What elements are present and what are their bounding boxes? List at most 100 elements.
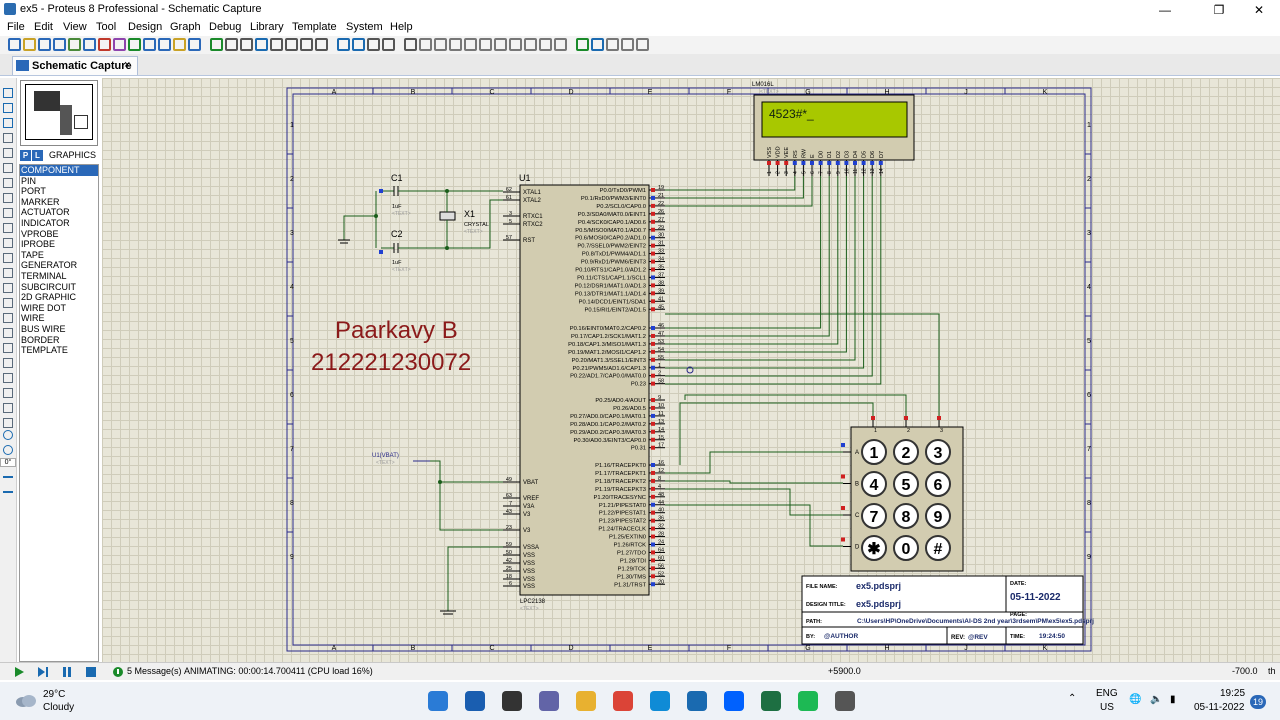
graph-icon[interactable] xyxy=(3,223,13,233)
mirror-y-icon[interactable] xyxy=(3,491,13,501)
pause-icon[interactable] xyxy=(60,666,74,678)
mirror-x-icon[interactable] xyxy=(3,476,13,486)
mode-item-terminal[interactable]: TERMINAL xyxy=(20,271,98,282)
circle-icon[interactable] xyxy=(3,343,13,353)
tab-close-icon[interactable]: × xyxy=(124,59,130,71)
virtual-instrument-icon[interactable] xyxy=(3,298,13,308)
help-icon[interactable] xyxy=(188,38,201,51)
schematic-icon[interactable] xyxy=(83,38,96,51)
mode-item-generator[interactable]: GENERATOR xyxy=(20,260,98,271)
step-icon[interactable] xyxy=(36,666,50,678)
clock-date[interactable]: 05-11-2022 xyxy=(1194,702,1244,713)
overview-window[interactable] xyxy=(20,80,98,146)
block-copy-icon[interactable] xyxy=(419,38,432,51)
bus-icon[interactable] xyxy=(3,163,13,173)
spotify-icon[interactable] xyxy=(798,691,818,711)
close-button[interactable]: ✕ xyxy=(1236,0,1280,20)
mode-item-vprobe[interactable]: VPROBE xyxy=(20,229,98,240)
library-button[interactable]: L xyxy=(32,150,43,161)
menu-debug[interactable]: Debug xyxy=(209,21,241,33)
grid-icon[interactable] xyxy=(225,38,238,51)
tab-schematic-capture[interactable]: Schematic Capture × xyxy=(12,56,138,75)
wire-autoroute-icon[interactable] xyxy=(539,38,552,51)
mode-item-2d-graphic[interactable]: 2D GRAPHIC xyxy=(20,292,98,303)
mode-item-component[interactable]: COMPONENT xyxy=(20,165,98,176)
gerber-icon[interactable] xyxy=(113,38,126,51)
box-icon[interactable] xyxy=(3,328,13,338)
block-rotate-icon[interactable] xyxy=(449,38,462,51)
zoom-area-icon[interactable] xyxy=(315,38,328,51)
search-icon[interactable] xyxy=(465,691,485,711)
property-icon[interactable] xyxy=(576,38,589,51)
undo-icon[interactable] xyxy=(337,38,350,51)
battery-icon[interactable]: ▮ xyxy=(1170,694,1176,705)
new-icon[interactable] xyxy=(8,38,21,51)
minimize-button[interactable]: — xyxy=(1142,0,1188,20)
generator-icon[interactable] xyxy=(3,253,13,263)
subcircuit-icon[interactable] xyxy=(3,178,13,188)
pick-icon[interactable] xyxy=(479,38,492,51)
rotate-ccw-icon[interactable] xyxy=(3,445,13,455)
rotation-field[interactable]: 0° xyxy=(0,458,16,467)
mode-item-marker[interactable]: MARKER xyxy=(20,197,98,208)
menu-edit[interactable]: Edit xyxy=(34,21,53,33)
selection-icon[interactable] xyxy=(3,88,13,98)
mode-item-wire-dot[interactable]: WIRE DOT xyxy=(20,303,98,314)
weather-temp[interactable]: 29°C xyxy=(43,689,65,700)
make-device-icon[interactable] xyxy=(494,38,507,51)
menu-graph[interactable]: Graph xyxy=(170,21,201,33)
arc-icon[interactable] xyxy=(3,358,13,368)
junction-icon[interactable] xyxy=(3,118,13,128)
mode-item-iprobe[interactable]: IPROBE xyxy=(20,239,98,250)
save-all-icon[interactable] xyxy=(53,38,66,51)
voltage-probe-icon[interactable] xyxy=(3,268,13,278)
origin-icon[interactable] xyxy=(240,38,253,51)
schematic-canvas[interactable]: A A B B C C D D E E F F G G H H J J K K 1 1 2 2 3 3 4 4 5 5 6 6 7 7 8 8 9 9 LM… xyxy=(102,78,1280,662)
notification-badge[interactable]: 19 xyxy=(1250,695,1266,709)
pcb-icon[interactable] xyxy=(98,38,111,51)
zoom-in-icon[interactable] xyxy=(270,38,283,51)
play-icon[interactable] xyxy=(12,666,26,678)
file-explorer-icon[interactable] xyxy=(576,691,596,711)
pick-devices-button[interactable]: P xyxy=(20,150,31,161)
chat-icon[interactable] xyxy=(539,691,559,711)
mode-item-bus-wire[interactable]: BUS WIRE xyxy=(20,324,98,335)
pin-icon[interactable] xyxy=(3,208,13,218)
symbol-icon[interactable] xyxy=(3,403,13,413)
mode-item-subcircuit[interactable]: SUBCIRCUIT xyxy=(20,282,98,293)
current-probe-icon[interactable] xyxy=(3,283,13,293)
paste-icon[interactable] xyxy=(404,38,417,51)
cut-icon[interactable] xyxy=(367,38,380,51)
rotate-cw-icon[interactable] xyxy=(3,430,13,440)
mode-item-template[interactable]: TEMPLATE xyxy=(20,345,98,356)
chrome-icon[interactable] xyxy=(613,691,633,711)
dropbox-icon[interactable] xyxy=(724,691,744,711)
zoom-all-icon[interactable] xyxy=(300,38,313,51)
bom-icon[interactable] xyxy=(143,38,156,51)
text-icon[interactable] xyxy=(3,388,13,398)
task-view-icon[interactable] xyxy=(502,691,522,711)
text-script-icon[interactable] xyxy=(3,148,13,158)
network-icon[interactable]: 🌐 xyxy=(1129,694,1141,705)
volume-icon[interactable]: 🔈 xyxy=(1150,694,1162,705)
netlist-icon[interactable] xyxy=(636,38,649,51)
redo-icon[interactable] xyxy=(352,38,365,51)
marker-icon[interactable] xyxy=(3,418,13,428)
mode-item-border[interactable]: BORDER xyxy=(20,335,98,346)
zoom-out-icon[interactable] xyxy=(285,38,298,51)
3d-icon[interactable] xyxy=(128,38,141,51)
decompose-icon[interactable] xyxy=(524,38,537,51)
menu-template[interactable]: Template xyxy=(292,21,337,33)
edge-icon[interactable] xyxy=(650,691,670,711)
save-icon[interactable] xyxy=(38,38,51,51)
open-icon[interactable] xyxy=(23,38,36,51)
start-icon[interactable] xyxy=(428,691,448,711)
component-icon[interactable] xyxy=(3,103,13,113)
menu-help[interactable]: Help xyxy=(390,21,413,33)
package-icon[interactable] xyxy=(509,38,522,51)
excel-icon[interactable] xyxy=(761,691,781,711)
menu-view[interactable]: View xyxy=(63,21,87,33)
mode-item-actuator[interactable]: ACTUATOR xyxy=(20,207,98,218)
wire-label-icon[interactable] xyxy=(3,133,13,143)
schematic-svg[interactable]: AABBCCDDEEFFGGHHJJKK1 12 23 34 45 56 67 78 89 9LM… xyxy=(102,78,1280,662)
